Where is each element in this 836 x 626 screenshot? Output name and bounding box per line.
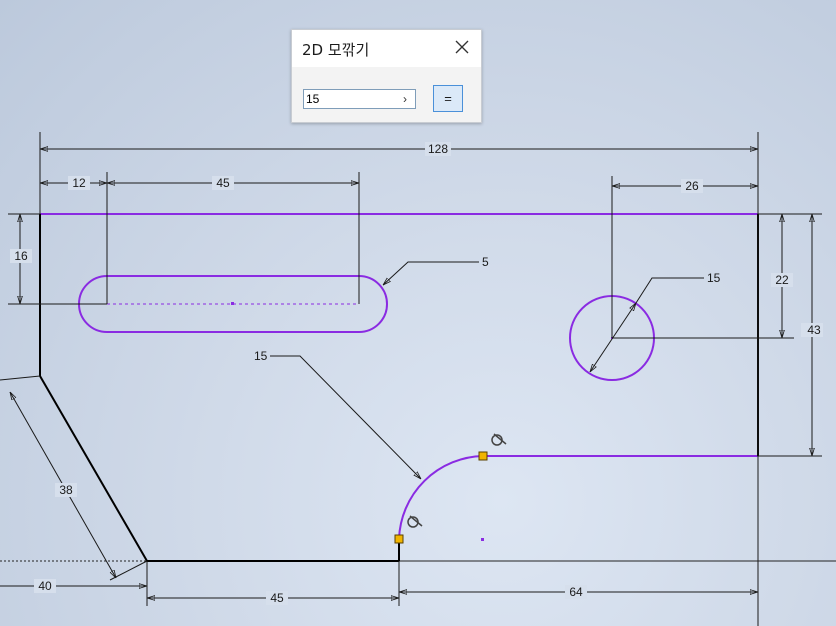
svg-text:16: 16 xyxy=(14,249,28,263)
svg-text:40: 40 xyxy=(38,579,52,593)
dim-text-overall-width[interactable]: 128 xyxy=(425,142,451,156)
svg-text:45: 45 xyxy=(270,591,284,605)
dim-text-slot-length[interactable]: 45 xyxy=(212,176,234,190)
dim-text-circle-offset[interactable]: 26 xyxy=(681,179,703,193)
dialog-body: › = xyxy=(292,67,481,122)
svg-text:26: 26 xyxy=(685,179,699,193)
chamfer-edge[interactable] xyxy=(39,375,148,562)
dim-text-overall-height[interactable]: 43 xyxy=(801,323,823,337)
leader-fillet-radius xyxy=(270,355,421,479)
close-icon xyxy=(455,40,469,54)
dim-text-slot-height[interactable]: 16 xyxy=(10,249,32,263)
dim-text-left-offset[interactable]: 12 xyxy=(68,176,90,190)
fillet-point-bottom[interactable] xyxy=(394,534,404,544)
dim-text-bottom-left[interactable]: 40 xyxy=(34,579,56,593)
dim-text-bottom-right[interactable]: 64 xyxy=(565,585,587,599)
dim-text-circle-height[interactable]: 22 xyxy=(771,273,793,287)
dim-text-chamfer-length[interactable]: 38 xyxy=(55,483,77,497)
dim-text-bottom-mid[interactable]: 45 xyxy=(266,591,288,605)
dim-text-fillet-radius[interactable]: 15 xyxy=(254,349,268,363)
radius-input-box[interactable]: › xyxy=(303,89,416,109)
leader-slot-radius xyxy=(383,261,479,285)
svg-text:64: 64 xyxy=(569,585,583,599)
svg-text:128: 128 xyxy=(428,142,448,156)
apply-button[interactable]: = xyxy=(433,85,463,112)
fillet-point-top[interactable] xyxy=(478,451,488,461)
dim-text-circle-diameter[interactable]: 15 xyxy=(707,271,721,285)
slot-center-point[interactable] xyxy=(231,302,234,305)
dialog-title: 2D 모깎기 xyxy=(302,41,370,59)
close-button[interactable] xyxy=(451,36,473,58)
svg-text:43: 43 xyxy=(807,323,821,337)
tangent-constraint-icon[interactable] xyxy=(407,515,423,528)
svg-text:38: 38 xyxy=(59,483,73,497)
tangent-constraint-icon[interactable] xyxy=(491,433,507,446)
chevron-right-icon[interactable]: › xyxy=(397,91,413,107)
radius-input[interactable] xyxy=(306,91,396,107)
fillet-dialog[interactable]: 2D 모깎기 › = xyxy=(291,29,482,123)
svg-text:45: 45 xyxy=(216,176,230,190)
fillet-center-point[interactable] xyxy=(481,538,484,541)
svg-text:22: 22 xyxy=(775,273,789,287)
leader-circle-diameter xyxy=(635,277,704,304)
dim-text-slot-radius[interactable]: 5 xyxy=(482,255,489,269)
svg-text:12: 12 xyxy=(72,176,86,190)
